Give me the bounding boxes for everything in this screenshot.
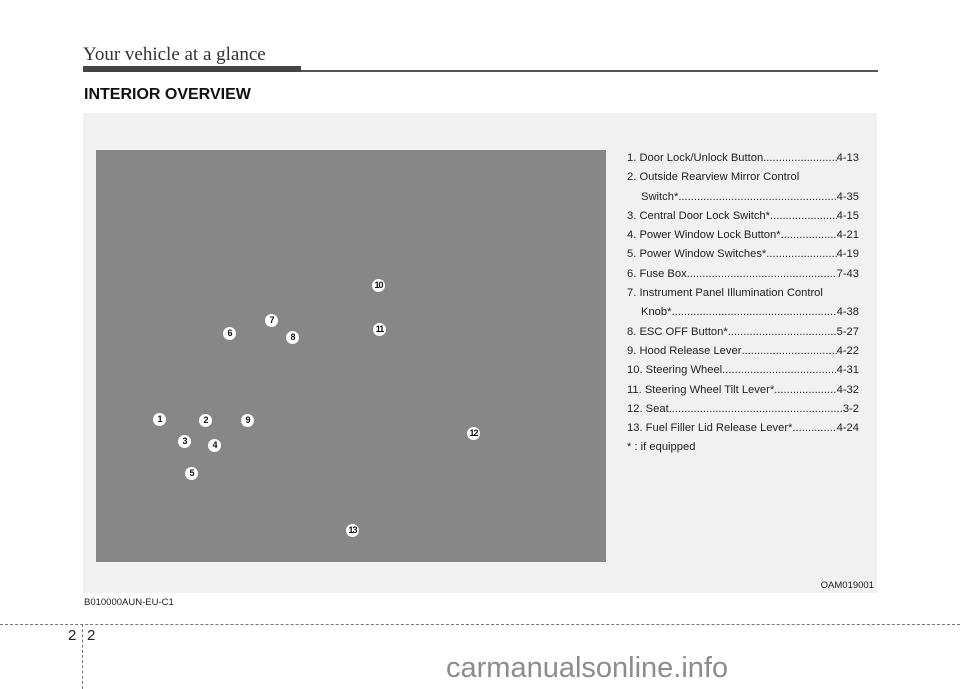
legend-footnote: * : if equipped: [627, 441, 696, 454]
legend-item-label: 12. Seat: [627, 402, 669, 415]
document-code: B010000AUN-EU-C1: [84, 597, 174, 608]
legend-item-label: 9. Hood Release Lever: [627, 344, 742, 357]
legend-item-page: 4-38: [836, 306, 859, 319]
legend-item: 8. ESC OFF Button* 5-27: [627, 323, 859, 342]
legend-item: 11. Steering Wheel Tilt Lever* 4-32: [627, 381, 859, 400]
legend-item-label: 10. Steering Wheel: [627, 364, 723, 377]
legend-item-page: 4-21: [836, 229, 859, 242]
legend-item-label: 4. Power Window Lock Button*: [627, 229, 781, 242]
legend-item-label: 7. Instrument Panel Illumination Control: [627, 287, 823, 300]
leader-dots: [781, 226, 837, 245]
legend-item-page: 3-2: [842, 402, 859, 415]
leader-dots: [669, 400, 843, 419]
page-divider-horizontal: [0, 624, 960, 625]
legend-item-page: 4-35: [836, 190, 859, 203]
leader-dots: [741, 342, 836, 361]
legend-item-page: 4-13: [836, 152, 859, 164]
leader-dots: [671, 303, 836, 322]
legend-item-page: 4-24: [836, 422, 859, 435]
leader-dots: [766, 245, 836, 264]
callout-4: 4: [208, 439, 221, 452]
callout-10: 10: [372, 279, 385, 292]
legend-item-label-cont: Knob*: [641, 306, 672, 319]
legend-item: 6. Fuse Box 7-43: [627, 265, 859, 284]
header-rule-thin: [301, 70, 878, 72]
legend-item-label: 3. Central Door Lock Switch*: [627, 209, 771, 222]
legend-item-page: 4-32: [836, 383, 859, 396]
legend-item: 7. Instrument Panel Illumination Control…: [627, 284, 859, 323]
leader-dots: [763, 149, 836, 168]
leader-dots: [728, 323, 837, 342]
legend-item-page: 5-27: [836, 325, 859, 338]
leader-dots: [687, 265, 837, 284]
legend-item: 2. Outside Rearview Mirror Control Switch…: [627, 168, 859, 207]
callout-13: 13: [346, 524, 359, 537]
legend-item-label: 13. Fuel Filler Lid Release Lever*: [627, 422, 793, 435]
legend-item-label: 2. Outside Rearview Mirror Control: [627, 171, 800, 184]
parts-legend: 1. Door Lock/Unlock Button 4-13 2. Outside…: [627, 149, 859, 458]
legend-item-page: 4-15: [836, 209, 859, 222]
legend-item: 13. Fuel Filler Lid Release Lever* 4-24: [627, 419, 859, 438]
legend-item: 4. Power Window Lock Button* 4-21: [627, 226, 859, 245]
leader-dots: [792, 419, 836, 438]
leader-dots: [678, 188, 836, 207]
header-rule-thick: [83, 66, 301, 72]
page-number: 2: [87, 627, 96, 644]
legend-item: 1. Door Lock/Unlock Button 4-13: [627, 149, 859, 168]
callout-2: 2: [199, 414, 212, 427]
callout-5: 5: [185, 467, 198, 480]
legend-item-label: 11. Steering Wheel Tilt Lever*: [627, 383, 775, 396]
leader-dots: [770, 207, 837, 226]
legend-item-label: 5. Power Window Switches*: [627, 248, 767, 261]
leader-dots: [722, 361, 836, 380]
callout-6: 6: [223, 327, 236, 340]
legend-item: 3. Central Door Lock Switch* 4-15: [627, 207, 859, 226]
legend-item-page: 4-19: [836, 248, 859, 261]
callout-7: 7: [265, 314, 278, 327]
callout-3: 3: [178, 435, 191, 448]
page-header-title: Your vehicle at a glance: [83, 44, 266, 65]
figure-panel: 1 2 3 4 5 6 7 8 9 10 11 12 13 1. Door Lo…: [83, 113, 877, 593]
interior-illustration: 1 2 3 4 5 6 7 8 9 10 11 12 13: [96, 150, 606, 562]
page-divider-vertical: [82, 624, 83, 689]
callout-1: 1: [153, 413, 166, 426]
legend-item-label-cont: Switch*: [641, 190, 679, 203]
leader-dots: [774, 381, 836, 400]
legend-item-page: 4-31: [836, 364, 859, 377]
legend-item: 5. Power Window Switches* 4-19: [627, 245, 859, 264]
callout-12: 12: [467, 427, 480, 440]
chapter-number: 2: [68, 627, 77, 644]
legend-item-label: 6. Fuse Box: [627, 267, 687, 280]
callout-11: 11: [373, 323, 386, 336]
legend-item: 10. Steering Wheel 4-31: [627, 361, 859, 380]
legend-item: 9. Hood Release Lever 4-22: [627, 342, 859, 361]
watermark: carmanualsonline.info: [446, 652, 729, 684]
legend-item: 12. Seat 3-2: [627, 400, 859, 419]
callout-8: 8: [286, 331, 299, 344]
figure-code: OAM019001: [820, 580, 874, 591]
legend-item-label: 1. Door Lock/Unlock Button: [627, 152, 764, 164]
legend-item-page: 7-43: [836, 267, 859, 280]
legend-item-label: 8. ESC OFF Button*: [627, 325, 728, 338]
legend-item-page: 4-22: [836, 344, 859, 357]
section-title: INTERIOR OVERVIEW: [84, 86, 251, 103]
callout-9: 9: [241, 414, 254, 427]
